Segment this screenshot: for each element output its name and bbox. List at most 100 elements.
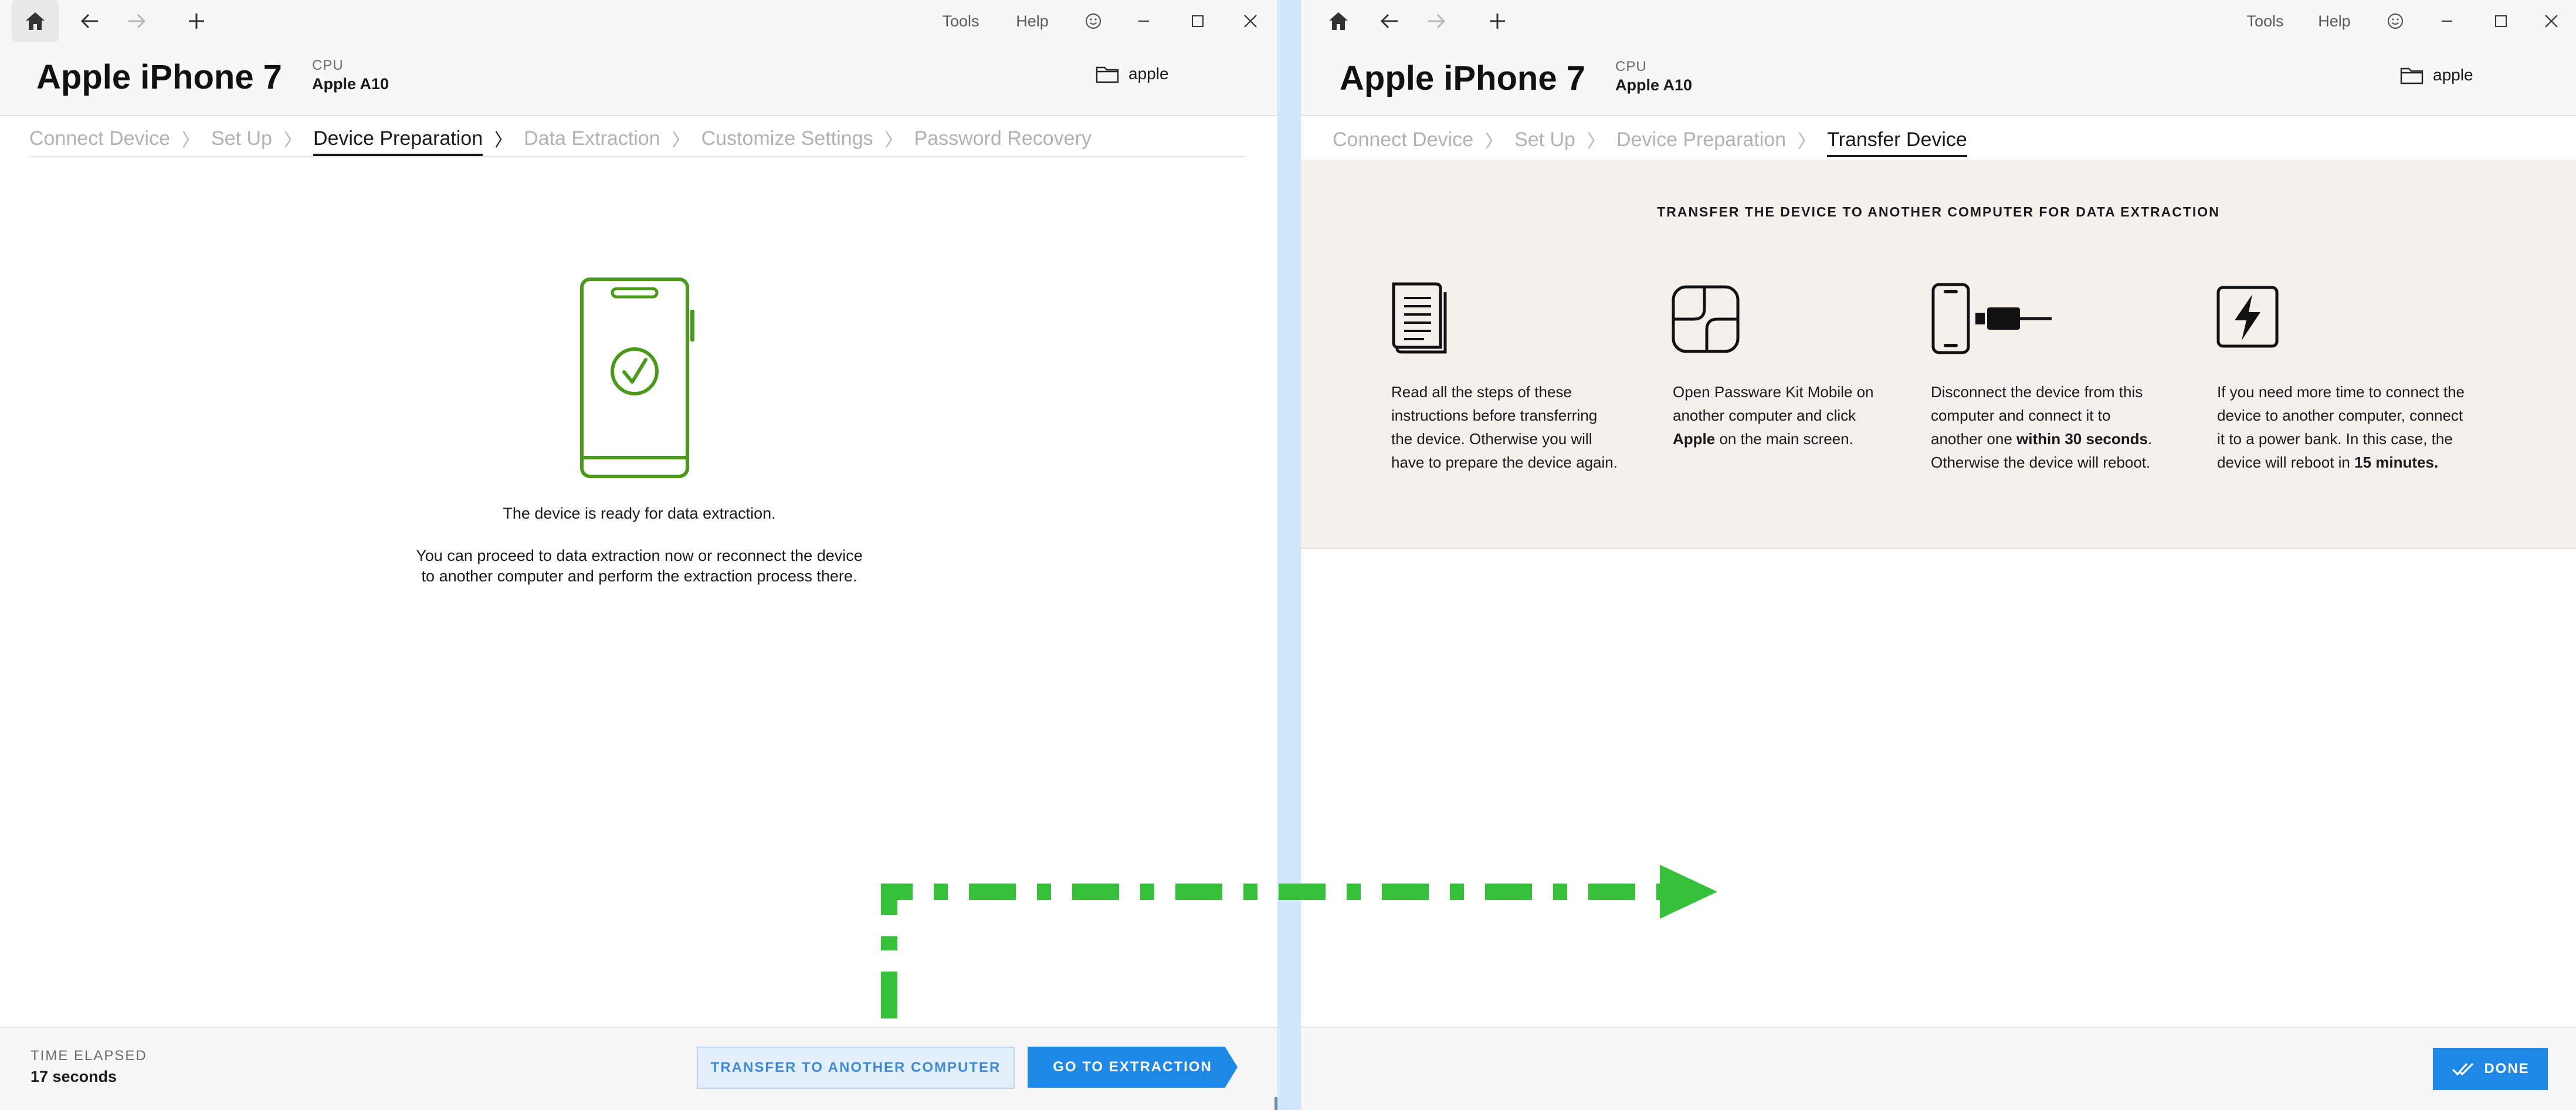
panel-title: TRANSFER THE DEVICE TO ANOTHER COMPUTER … bbox=[1657, 204, 2220, 219]
smiley-icon bbox=[2387, 13, 2404, 29]
crumb-customize-settings[interactable]: Customize Settings bbox=[701, 121, 873, 156]
case-folder[interactable]: apple bbox=[2400, 66, 2473, 84]
info-message-line2: to another computer and perform the extr… bbox=[421, 567, 857, 585]
crumb-device-preparation[interactable]: Device Preparation bbox=[1616, 123, 1786, 157]
step-3-line-2: computer and connect it to bbox=[1931, 407, 2111, 424]
tools-menu[interactable]: Tools bbox=[937, 0, 984, 42]
arrow-left-icon bbox=[1380, 13, 1398, 29]
step-1-line-3: the device. Otherwise you will bbox=[1391, 430, 1592, 448]
minimize-button[interactable] bbox=[2435, 0, 2459, 42]
title-bar: Tools Help bbox=[1301, 0, 2576, 42]
step-1-line-2: instructions before transferring bbox=[1391, 407, 1598, 424]
title-bar: Tools Help bbox=[0, 0, 1277, 42]
feedback-button[interactable] bbox=[2382, 0, 2408, 42]
arrow-right-icon bbox=[128, 13, 146, 29]
home-button[interactable] bbox=[1315, 0, 1362, 42]
new-tab-button[interactable] bbox=[176, 0, 217, 42]
close-button[interactable] bbox=[1239, 0, 1262, 42]
done-button[interactable]: DONE bbox=[2433, 1048, 2548, 1090]
step-2-text: Open Passware Kit Mobile on another comp… bbox=[1673, 380, 1919, 451]
device-header: Apple iPhone 7 CPU Apple A10 apple bbox=[0, 42, 1277, 116]
feedback-button[interactable] bbox=[1080, 0, 1106, 42]
cpu-value: Apple A10 bbox=[312, 75, 389, 93]
folder-name: apple bbox=[1128, 65, 1169, 83]
crumb-set-up[interactable]: Set Up bbox=[1514, 123, 1575, 157]
folder-icon bbox=[1096, 66, 1119, 83]
back-button[interactable] bbox=[69, 0, 110, 42]
crumb-set-up[interactable]: Set Up bbox=[211, 121, 272, 156]
step-4-line-2: device to another computer, connect bbox=[2217, 407, 2463, 424]
home-icon bbox=[1329, 12, 1348, 30]
folder-icon bbox=[2400, 67, 2424, 84]
step-3-emphasis: within 30 seconds bbox=[2016, 430, 2148, 448]
home-button[interactable] bbox=[12, 0, 59, 42]
transfer-instructions-panel: TRANSFER THE DEVICE TO ANOTHER COMPUTER … bbox=[1301, 160, 2576, 549]
lightning-icon bbox=[2216, 286, 2279, 348]
time-elapsed-value: 17 seconds bbox=[30, 1068, 117, 1085]
help-menu[interactable]: Help bbox=[1010, 0, 1055, 42]
footer-bar: DONE bbox=[1301, 1027, 2576, 1110]
breadcrumb: Connect Device 〉 Set Up 〉 Device Prepara… bbox=[29, 121, 1092, 156]
info-message-line1: You can proceed to data extraction now o… bbox=[416, 547, 863, 564]
home-icon bbox=[26, 12, 45, 30]
step-2-line-3-rest: on the main screen. bbox=[1719, 430, 1853, 448]
forward-button[interactable] bbox=[116, 0, 157, 42]
device-name: Apple iPhone 7 bbox=[1340, 59, 1585, 97]
cpu-value: Apple A10 bbox=[1615, 76, 1693, 94]
crumb-connect-device[interactable]: Connect Device bbox=[1333, 123, 1473, 157]
minimize-button[interactable] bbox=[1132, 0, 1155, 42]
step-2-line-2: another computer and click bbox=[1673, 407, 1856, 424]
help-menu[interactable]: Help bbox=[2312, 0, 2357, 42]
step-2-emphasis: Apple bbox=[1673, 430, 1716, 448]
step-1-line-4: have to prepare the device again. bbox=[1391, 454, 1618, 471]
case-folder[interactable]: apple bbox=[1096, 65, 1169, 83]
breadcrumb-separator: 〉 bbox=[672, 131, 690, 150]
device-name: Apple iPhone 7 bbox=[36, 58, 282, 96]
breadcrumb-separator: 〉 bbox=[1485, 132, 1503, 151]
tools-menu[interactable]: Tools bbox=[2242, 0, 2289, 42]
breadcrumb-separator: 〉 bbox=[1798, 132, 1816, 151]
step-4-line-4-start: device will reboot in bbox=[2217, 454, 2350, 471]
minimize-icon bbox=[1138, 21, 1149, 22]
breadcrumb-separator: 〉 bbox=[283, 131, 301, 150]
crumb-connect-device[interactable]: Connect Device bbox=[29, 121, 170, 156]
ready-message: The device is ready for data extraction. bbox=[503, 505, 776, 522]
device-header: Apple iPhone 7 CPU Apple A10 apple bbox=[1301, 42, 2576, 116]
back-button[interactable] bbox=[1369, 0, 1410, 42]
breadcrumb: Connect Device 〉 Set Up 〉 Device Prepara… bbox=[1333, 122, 1967, 157]
maximize-button[interactable] bbox=[2489, 0, 2513, 42]
cpu-label: CPU bbox=[312, 57, 344, 73]
step-2-line-1: Open Passware Kit Mobile on bbox=[1673, 383, 1874, 401]
window-divider bbox=[1277, 0, 1301, 1110]
crumb-password-recovery[interactable]: Password Recovery bbox=[914, 121, 1091, 156]
close-icon bbox=[2545, 15, 2558, 28]
step-1-text: Read all the steps of these instructions… bbox=[1391, 380, 1643, 474]
step-4-line-1: If you need more time to connect the bbox=[2217, 383, 2465, 401]
breadcrumb-separator: 〉 bbox=[494, 131, 513, 150]
go-to-extraction-button[interactable]: GO TO EXTRACTION bbox=[1028, 1047, 1238, 1088]
passware-logo-icon bbox=[1672, 285, 1740, 353]
step-4-line-4: device will reboot in 15 minutes. bbox=[2217, 451, 2528, 474]
crumb-transfer-device[interactable]: Transfer Device bbox=[1827, 123, 1967, 157]
step-3-line-3: another one within 30 seconds. bbox=[1931, 427, 2201, 451]
phone-cable-icon bbox=[1931, 283, 2052, 354]
step-4-emphasis: 15 minutes. bbox=[2354, 454, 2439, 471]
smiley-icon bbox=[1085, 13, 1101, 29]
plus-icon bbox=[189, 13, 204, 29]
folder-name: apple bbox=[2433, 66, 2473, 84]
double-check-icon bbox=[2452, 1062, 2474, 1076]
new-tab-button[interactable] bbox=[1477, 0, 1518, 42]
maximize-button[interactable] bbox=[1186, 0, 1209, 42]
crumb-device-preparation[interactable]: Device Preparation bbox=[313, 121, 483, 156]
crumb-data-extraction[interactable]: Data Extraction bbox=[524, 121, 660, 156]
breadcrumb-separator: 〉 bbox=[884, 131, 903, 150]
step-3-text: Disconnect the device from this computer… bbox=[1931, 380, 2201, 474]
close-button[interactable] bbox=[2540, 0, 2563, 42]
transfer-to-another-computer-button[interactable]: TRANSFER TO ANOTHER COMPUTER bbox=[697, 1047, 1015, 1089]
left-app-window: Tools Help Apple iPhone 7 CPU Apple A10 … bbox=[0, 0, 1277, 1110]
maximize-icon bbox=[2495, 15, 2507, 27]
forward-button[interactable] bbox=[1416, 0, 1457, 42]
step-1-line-1: Read all the steps of these bbox=[1391, 383, 1572, 401]
footer-bar: TIME ELAPSED 17 seconds TRANSFER TO ANOT… bbox=[0, 1027, 1277, 1110]
step-3-period: . bbox=[2147, 430, 2153, 448]
